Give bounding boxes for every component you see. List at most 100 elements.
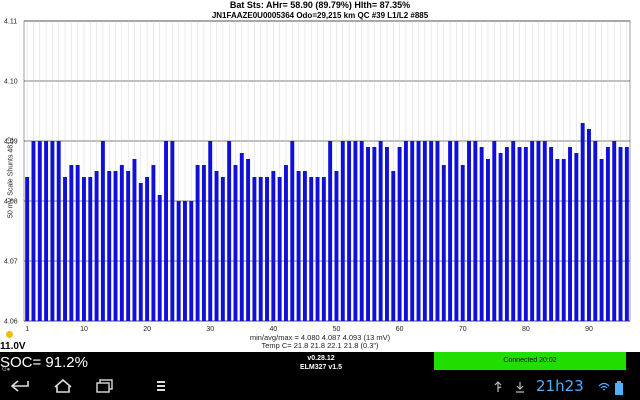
wifi-icon bbox=[598, 381, 610, 395]
y-tick-label: 4.09 bbox=[4, 139, 18, 146]
x-tick-label: 40 bbox=[269, 326, 277, 333]
cell-voltage-bar bbox=[580, 123, 585, 321]
cell-voltage-bar bbox=[340, 141, 345, 321]
cell-voltage-bar bbox=[467, 141, 471, 321]
cell-voltage-bar bbox=[391, 171, 396, 321]
cell-voltage-bar bbox=[107, 171, 112, 321]
cell-voltage-bar bbox=[100, 141, 105, 321]
cell-voltage-bar bbox=[403, 141, 408, 321]
cell-voltage-bar bbox=[208, 141, 213, 321]
cell-voltage-bar bbox=[277, 177, 282, 321]
cell-voltage-bar bbox=[422, 141, 427, 321]
cell-voltage-bar bbox=[593, 141, 598, 321]
cell-voltage-bar bbox=[265, 177, 269, 321]
cell-voltage-bar bbox=[561, 159, 566, 321]
temperature-readout: Temp C= 21.8 21.8 22.1 21.8 (0.3") bbox=[261, 341, 379, 350]
cell-voltage-bar bbox=[410, 141, 415, 321]
cell-voltage-bar bbox=[473, 141, 478, 321]
cell-voltage-bar bbox=[334, 171, 339, 321]
cell-voltage-bar bbox=[214, 171, 219, 321]
cell-voltage-bar bbox=[498, 153, 503, 321]
x-tick-label: 20 bbox=[143, 326, 151, 333]
cell-voltage-bar bbox=[82, 177, 86, 321]
y-tick-label: 4.07 bbox=[4, 259, 18, 266]
cell-voltage-bar bbox=[555, 159, 560, 321]
battery-icon bbox=[614, 381, 624, 397]
cell-voltage-bar bbox=[189, 201, 194, 321]
cell-voltage-bar bbox=[429, 141, 434, 321]
cell-voltage-bar bbox=[138, 183, 143, 321]
cell-voltage-bar bbox=[435, 141, 440, 321]
version-info: v0.28.12 ELM327 v1.5 bbox=[296, 354, 346, 372]
cell-voltage-bar bbox=[372, 147, 377, 321]
cell-voltage-bar bbox=[94, 171, 99, 321]
cell-voltage-bar bbox=[183, 201, 187, 321]
cell-voltage-bar bbox=[397, 147, 402, 321]
cell-voltage-bar bbox=[624, 147, 629, 321]
cell-voltage-bar bbox=[31, 141, 36, 321]
cell-voltage-bar bbox=[44, 141, 49, 321]
cell-voltage-bar bbox=[321, 177, 326, 321]
cell-voltage-bar bbox=[618, 147, 623, 321]
aux-battery-voltage: 11.0V bbox=[0, 341, 26, 352]
cell-voltage-bar bbox=[56, 141, 61, 321]
cell-voltage-bar bbox=[542, 141, 547, 321]
gps-indicator: G● bbox=[2, 367, 11, 373]
home-icon[interactable] bbox=[52, 378, 74, 394]
app-version: v0.28.12 bbox=[307, 355, 335, 362]
cell-voltage-bar bbox=[309, 177, 314, 321]
cell-voltage-bar bbox=[448, 141, 453, 321]
cell-voltage-bar bbox=[536, 141, 541, 321]
adapter-version: ELM327 v1.5 bbox=[299, 364, 343, 371]
cell-voltage-bar bbox=[549, 147, 554, 321]
cell-voltage-bar bbox=[328, 141, 333, 321]
cell-voltage-bar bbox=[479, 147, 484, 321]
cell-voltage-bar bbox=[486, 159, 490, 321]
y-tick-label: 4.11 bbox=[4, 19, 17, 26]
cell-voltage-bar bbox=[605, 147, 610, 321]
cell-voltage-bar bbox=[252, 177, 257, 321]
cell-voltage-bar bbox=[176, 201, 181, 321]
cell-voltage-bar bbox=[63, 177, 67, 321]
cell-voltage-bar bbox=[271, 171, 276, 321]
cell-voltage-bar bbox=[366, 147, 370, 321]
download-icon bbox=[514, 381, 526, 395]
cell-voltage-bar bbox=[568, 147, 572, 321]
cell-voltage-bar bbox=[220, 177, 225, 321]
usb-icon bbox=[492, 381, 504, 395]
cell-voltage-bar bbox=[347, 141, 352, 321]
cell-voltage-bar bbox=[504, 147, 509, 321]
cell-voltage-bar bbox=[378, 141, 383, 321]
cell-voltage-bar bbox=[359, 141, 364, 321]
x-tick-label: 70 bbox=[459, 326, 467, 333]
cell-voltage-bar bbox=[195, 165, 200, 321]
cell-voltage-bar bbox=[492, 141, 497, 321]
cell-voltage-bar bbox=[315, 177, 320, 321]
x-tick-label: 30 bbox=[206, 326, 214, 333]
cell-voltage-bar bbox=[511, 141, 516, 321]
app-screen: Bat Sts: AHr= 58.90 (89.79%) Hlth= 87.35… bbox=[0, 0, 640, 352]
cell-voltage-bar bbox=[239, 153, 244, 321]
cell-voltage-bar bbox=[170, 141, 175, 321]
cell-voltage-chart: 4.11 4.10 4.09 4.08 4.07 4.06 1 10 20 30 40 50 60 70 8… bbox=[4, 19, 631, 333]
cell-voltage-bar bbox=[88, 177, 93, 321]
y-tick-label: 4.08 bbox=[4, 199, 18, 206]
x-tick-label: 80 bbox=[522, 326, 530, 333]
cell-voltage-bar bbox=[126, 171, 131, 321]
cell-voltage-bar bbox=[113, 171, 118, 321]
back-icon[interactable] bbox=[10, 378, 32, 394]
cell-voltage-bar bbox=[164, 141, 168, 321]
cell-voltage-bar bbox=[574, 153, 579, 321]
x-tick-label: 50 bbox=[333, 326, 341, 333]
y-tick-label: 4.10 bbox=[4, 79, 18, 86]
cell-voltage-bar bbox=[132, 159, 137, 321]
system-clock: 21h23 bbox=[536, 377, 584, 395]
cell-voltage-bar bbox=[145, 177, 150, 321]
y-tick-label: 4.06 bbox=[4, 319, 18, 326]
recent-apps-icon[interactable] bbox=[94, 378, 116, 394]
cell-voltage-bar bbox=[612, 141, 617, 321]
cell-voltage-bar bbox=[258, 177, 263, 321]
connection-status-button[interactable]: Connected 20:02 bbox=[434, 352, 626, 370]
cell-voltage-bar bbox=[69, 165, 74, 321]
menu-icon[interactable] bbox=[150, 378, 172, 394]
